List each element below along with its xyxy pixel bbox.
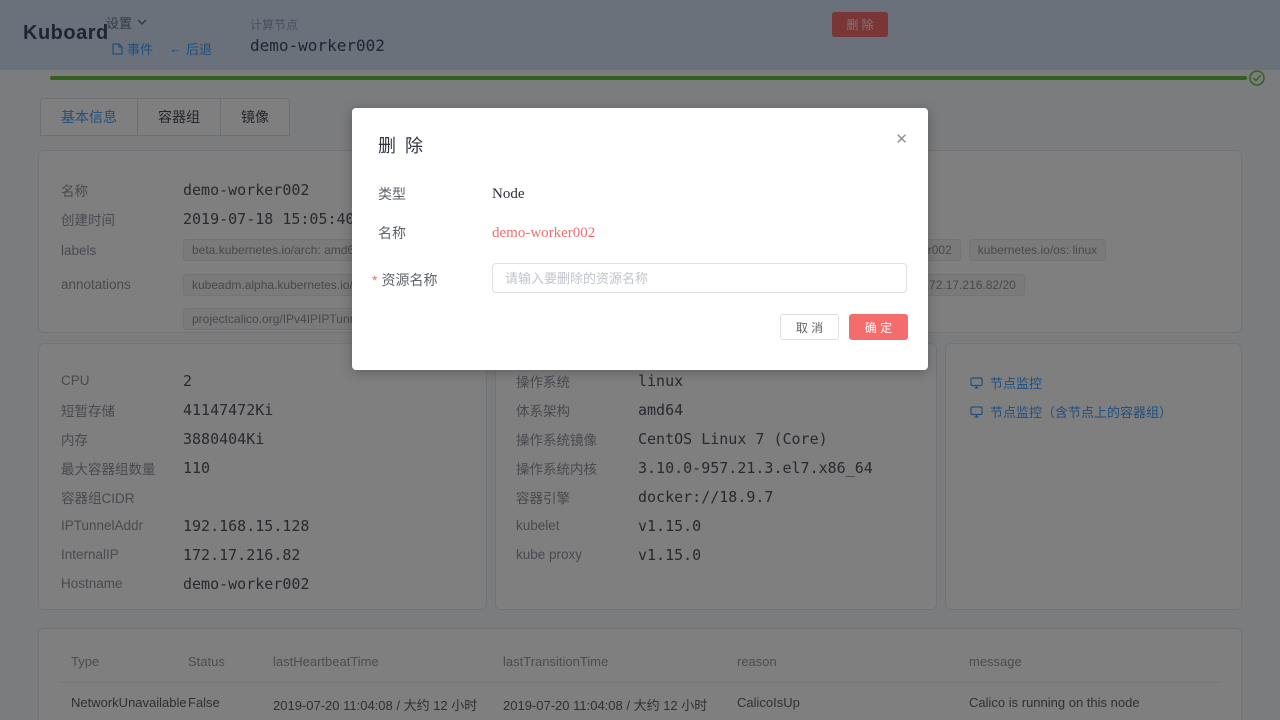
name-value: demo-worker002 [492, 225, 595, 242]
cancel-button[interactable]: 取 消 [780, 314, 839, 340]
node-detail-page: Kuboard 设置 事件 ← 后退 计算节点 demo-worker002 删… [0, 0, 1280, 720]
resource-name-label-text: 资源名称 [381, 272, 437, 288]
type-label: 类型 [378, 184, 492, 204]
confirm-button[interactable]: 确 定 [849, 314, 908, 340]
name-label: 名称 [378, 223, 492, 243]
resource-name-input[interactable] [492, 263, 907, 293]
required-asterisk: * [372, 272, 377, 288]
type-value: Node [492, 186, 525, 203]
resource-name-label: *资源名称 [372, 270, 492, 290]
modal-name-row: 名称 demo-worker002 [378, 223, 595, 243]
delete-modal: 删 除 ✕ 类型 Node 名称 demo-worker002 *资源名称 取 … [352, 108, 928, 370]
close-icon[interactable]: ✕ [895, 132, 908, 147]
modal-resource-row: *资源名称 [372, 270, 492, 290]
modal-type-row: 类型 Node [378, 184, 525, 204]
modal-title: 删 除 [378, 132, 425, 158]
